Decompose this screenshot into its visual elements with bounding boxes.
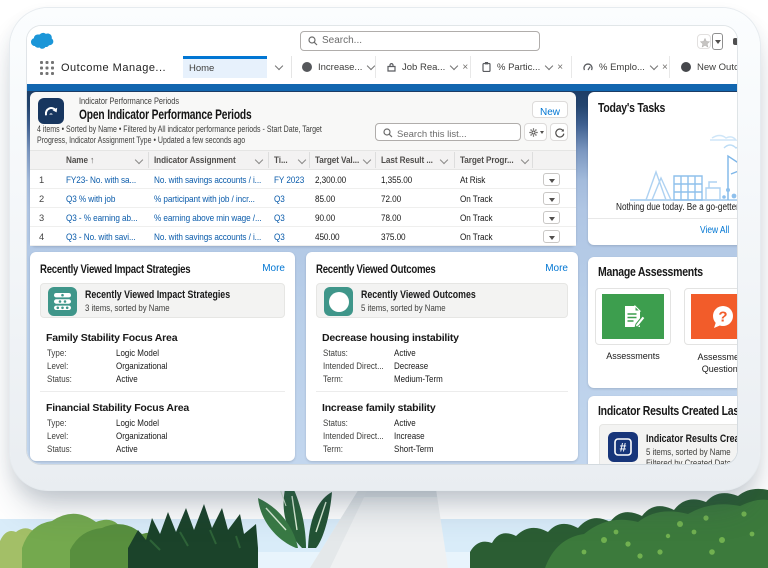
svg-text:#: # bbox=[620, 441, 627, 455]
svg-text:?: ? bbox=[718, 309, 727, 326]
